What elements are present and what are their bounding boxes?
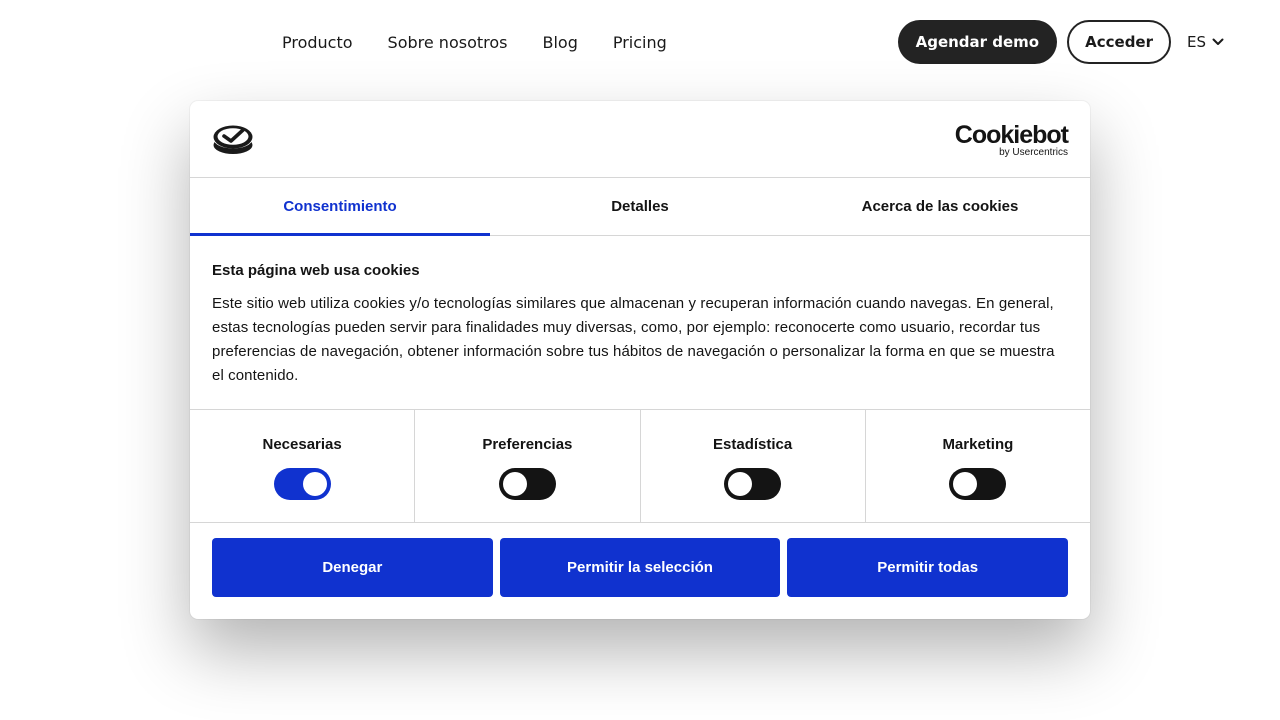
cookie-consent-dialog: Cookiebot by Usercentrics Consentimiento… bbox=[190, 101, 1090, 619]
nav-link-sobre-nosotros[interactable]: Sobre nosotros bbox=[388, 33, 508, 52]
category-estadistica: Estadística bbox=[641, 410, 866, 522]
schedule-demo-button[interactable]: Agendar demo bbox=[897, 20, 1058, 64]
dialog-header: Cookiebot by Usercentrics bbox=[190, 101, 1090, 178]
category-label: Marketing bbox=[942, 436, 1014, 453]
necesarias-toggle[interactable] bbox=[273, 468, 331, 500]
consent-actions: Denegar Permitir la selección Permitir t… bbox=[190, 523, 1090, 597]
dialog-tabs: Consentimiento Detalles Acerca de las co… bbox=[190, 178, 1090, 236]
consent-content: Esta página web usa cookies Este sitio w… bbox=[190, 236, 1090, 409]
nav-link-producto[interactable]: Producto bbox=[282, 33, 353, 52]
language-label: ES bbox=[1187, 33, 1206, 51]
category-label: Preferencias bbox=[482, 436, 573, 453]
tab-acerca-de-las-cookies[interactable]: Acerca de las cookies bbox=[790, 178, 1090, 235]
category-preferencias: Preferencias bbox=[415, 410, 641, 522]
preferencias-toggle[interactable] bbox=[498, 468, 556, 500]
category-marketing: Marketing bbox=[866, 410, 1090, 522]
category-necesarias: Necesarias bbox=[190, 410, 416, 522]
login-button[interactable]: Acceder bbox=[1067, 20, 1171, 64]
marketing-toggle[interactable] bbox=[949, 468, 1007, 500]
nav-link-pricing[interactable]: Pricing bbox=[613, 33, 667, 52]
toggle-knob bbox=[953, 472, 978, 496]
toggle-knob bbox=[302, 472, 327, 496]
allow-all-button[interactable]: Permitir todas bbox=[787, 538, 1069, 597]
consent-title: Esta página web usa cookies bbox=[212, 262, 420, 279]
cookie-category-toggles: Necesarias Preferencias Estadística Mark… bbox=[190, 409, 1090, 523]
tab-consentimiento[interactable]: Consentimiento bbox=[190, 178, 490, 236]
cookiebot-wordmark: Cookiebot bbox=[954, 121, 1069, 149]
category-label: Necesarias bbox=[262, 436, 342, 453]
allow-selection-button[interactable]: Permitir la selección bbox=[499, 538, 781, 597]
estadistica-toggle[interactable] bbox=[724, 468, 782, 500]
category-label: Estadística bbox=[713, 436, 793, 453]
toggle-knob bbox=[728, 472, 753, 496]
nav-actions: Agendar demo Acceder ES bbox=[897, 20, 1224, 64]
consent-description: Este sitio web utiliza cookies y/o tecno… bbox=[212, 295, 1055, 384]
toggle-knob bbox=[502, 472, 527, 496]
deny-button[interactable]: Denegar bbox=[212, 538, 493, 597]
nav-link-blog[interactable]: Blog bbox=[542, 33, 577, 52]
chevron-down-icon bbox=[1212, 38, 1224, 45]
cookiebot-byline: by Usercentrics bbox=[999, 147, 1068, 158]
tab-detalles[interactable]: Detalles bbox=[490, 178, 790, 235]
checkmark-stack-logo-icon bbox=[212, 123, 254, 162]
cookiebot-logo: Cookiebot by Usercentrics bbox=[954, 121, 1069, 158]
language-selector[interactable]: ES bbox=[1187, 33, 1224, 51]
main-nav: Producto Sobre nosotros Blog Pricing bbox=[282, 0, 702, 84]
